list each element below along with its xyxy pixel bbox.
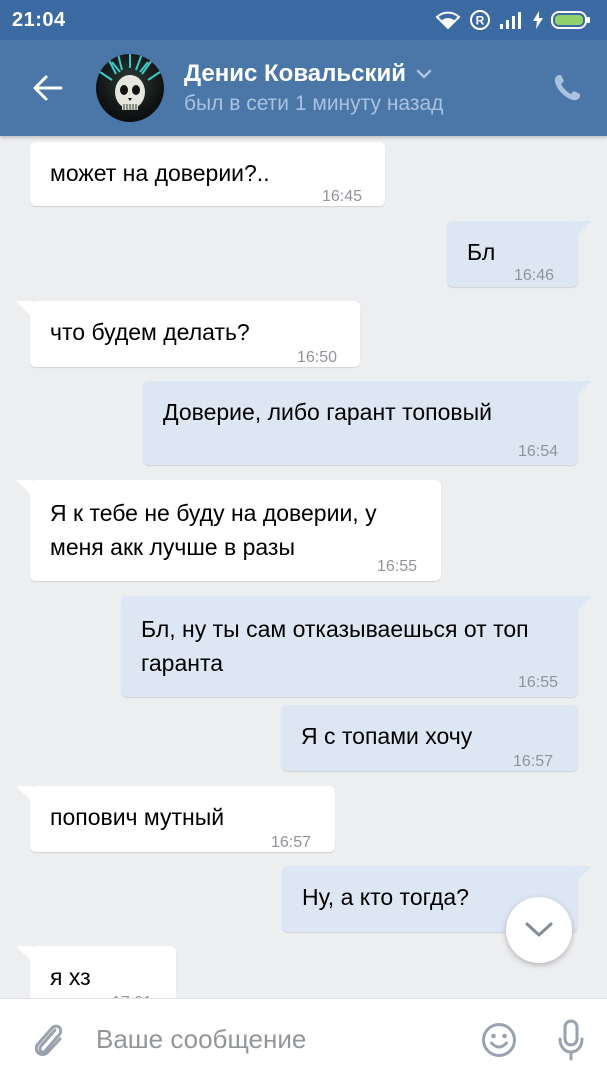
message-bubble-outgoing[interactable]: Доверие, либо гарант топовый 16:54 [143,381,592,465]
contact-name: Денис Ковальский [184,60,406,87]
message-time: 16:46 [514,267,555,284]
status-icons: R [435,9,591,31]
svg-text:R: R [476,14,485,28]
message-list[interactable]: может на доверии?.. 16:45 Бл 16:46 что б… [0,136,607,998]
emoji-icon [482,1022,516,1057]
message-text: я хз [50,964,91,990]
message-bubble-incoming[interactable]: может на доверии?.. 16:45 [30,142,385,206]
registered-icon: R [470,10,490,30]
back-arrow-icon [33,75,63,101]
message-text: Я с топами хочу [301,723,473,749]
message-bubble-outgoing[interactable]: Я с топами хочу 16:57 [281,705,578,771]
contact-status: был в сети 1 минуту назад [184,92,444,115]
contact-name-row: Денис Ковальский [184,60,443,88]
contact-info[interactable]: Денис Ковальский был в сети 1 минуту наз… [184,60,443,116]
phone-icon [554,75,580,101]
message-bubble-outgoing[interactable]: Бл, ну ты сам отказываешься от топ гаран… [121,596,592,697]
microphone-button[interactable] [535,999,607,1080]
message-bubble-outgoing[interactable]: Бл 16:46 [447,221,592,287]
message-time: 16:54 [517,443,558,460]
message-bubble-incoming[interactable]: я хз 17:01 [16,946,176,998]
battery-icon [551,11,590,29]
chat-header: Денис Ковальский был в сети 1 минуту наз… [0,40,607,136]
scroll-to-bottom-button[interactable] [506,897,572,963]
message-time: 16:45 [322,188,363,205]
chevron-down-icon [416,69,432,79]
message-text: может на доверии?.. [50,160,270,186]
message-time: 16:55 [377,558,418,575]
message-text: Бл, ну ты сам отказываешься от топ гаран… [141,616,529,676]
message-text: попович мутный [50,804,225,830]
signal-icon [500,12,521,29]
status-time: 21:04 [12,8,66,31]
skull-avatar-image [99,54,161,110]
attach-button[interactable] [0,999,96,1080]
emoji-button[interactable] [463,999,535,1080]
message-time: 16:50 [297,349,338,366]
message-time: 16:57 [271,834,312,851]
message-time: 16:55 [517,674,558,691]
back-button[interactable] [0,40,96,136]
message-text: Бл [467,239,496,265]
message-text: что будем делать? [50,319,250,345]
message-input[interactable] [96,1009,463,1070]
chevron-down-icon [525,922,553,937]
message-text: Ну, а кто тогда? [302,884,469,910]
microphone-icon [558,1019,584,1060]
charging-icon [533,11,543,29]
status-bar: 21:04 R [0,0,607,40]
message-text: Я к тебе не буду на доверии, у меня акк … [50,500,377,560]
wifi-icon [435,11,461,30]
composer [0,998,607,1080]
avatar[interactable] [96,54,164,122]
call-button[interactable] [549,70,585,106]
message-time: 17:01 [112,986,152,998]
message-bubble-incoming[interactable]: попович мутный 16:57 [16,786,335,852]
message-time: 16:57 [513,753,554,770]
paperclip-icon [34,1024,63,1056]
message-bubble-incoming[interactable]: что будем делать? 16:50 [16,301,360,367]
message-bubble-incoming[interactable]: Я к тебе не буду на доверии, у меня акк … [16,480,441,581]
message-text: Доверие, либо гарант топовый [163,399,493,425]
